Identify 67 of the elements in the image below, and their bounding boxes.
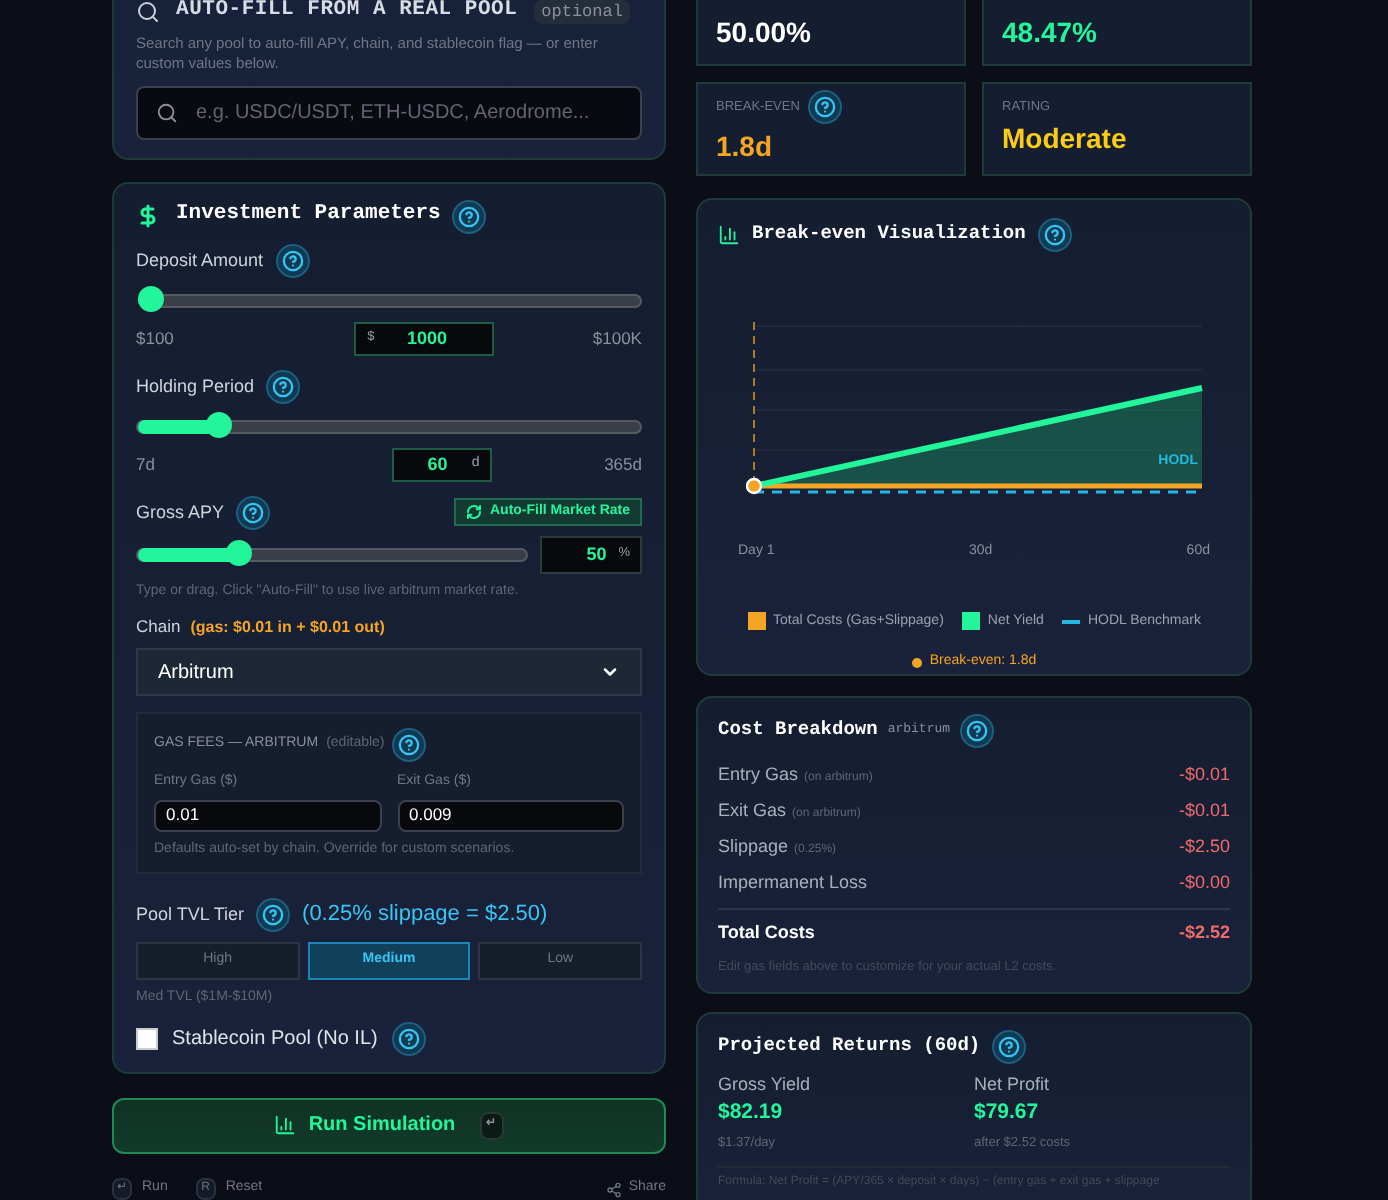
field-label: Holding Period <box>136 373 255 400</box>
range-min: 7d <box>136 451 155 478</box>
help-icon[interactable] <box>807 90 842 124</box>
section-title: Projected Returns (60d) <box>718 1032 981 1061</box>
days-value: 60 <box>425 451 450 477</box>
bar-chart-icon <box>718 224 740 246</box>
search-input[interactable]: e.g. USDC/USDT, ETH-USDC, Aerodrome... <box>196 97 622 128</box>
section-title: AUTO-FILL FROM A REAL POOL <box>176 0 518 26</box>
stat-value: Moderate <box>1002 120 1129 159</box>
return-value: $79.67 <box>974 1098 1041 1129</box>
checkbox-label: Stablecoin Pool (No IL) <box>172 1025 378 1053</box>
slider-thumb[interactable] <box>138 285 164 312</box>
refresh-icon <box>465 504 482 521</box>
total-label: Total Costs <box>718 919 815 945</box>
checkbox[interactable] <box>136 1027 158 1049</box>
gas-note: (gas: $0.01 in + $0.01 out) <box>190 615 385 640</box>
section-title: Cost Breakdown <box>718 715 878 744</box>
return-value: $82.19 <box>718 1098 785 1129</box>
cost-value: -$0.01 <box>1178 797 1230 824</box>
slider-thumb[interactable] <box>226 539 253 566</box>
cost-label: Entry Gas <box>718 761 799 788</box>
section-title: Break-even Visualization <box>752 220 1026 249</box>
total-value: -$2.52 <box>1178 919 1230 945</box>
cost-value: -$0.01 <box>1178 761 1230 788</box>
optional-tag: optional <box>533 0 631 25</box>
help-icon[interactable] <box>452 199 487 234</box>
cost-label: Slippage <box>718 833 789 860</box>
chevron-down-icon <box>600 662 620 682</box>
range-max: 365d <box>604 451 642 478</box>
search-icon <box>136 0 160 24</box>
gas-input[interactable]: 0.009 <box>397 799 624 831</box>
field-label: Chain <box>136 614 181 640</box>
field-label: Deposit Amount <box>136 247 264 274</box>
share-icon <box>606 1181 623 1197</box>
help-icon[interactable] <box>275 243 310 278</box>
range-max: $100K <box>592 325 642 352</box>
section-title: Investment Parameters <box>176 200 441 231</box>
dollar-icon <box>136 204 160 229</box>
bar-chart-icon <box>274 1114 297 1137</box>
search-icon <box>156 101 178 124</box>
range-min: $100 <box>136 325 174 352</box>
help-icon[interactable] <box>960 713 995 747</box>
slider-thumb[interactable] <box>206 411 233 438</box>
cost-label: Exit Gas <box>718 797 787 824</box>
help-icon[interactable] <box>1037 218 1072 252</box>
cost-label: Impermanent Loss <box>718 869 868 896</box>
help-icon[interactable] <box>266 369 301 404</box>
stat-value: 48.47% <box>1002 13 1099 51</box>
gas-input[interactable]: 0.01 <box>154 799 381 831</box>
help-icon[interactable] <box>392 728 427 762</box>
field-label: Pool TVL Tier <box>136 901 245 928</box>
search-field[interactable]: e.g. USDC/USDT, ETH-USDC, Aerodrome... <box>136 85 642 140</box>
help-icon[interactable] <box>992 1029 1027 1064</box>
help-icon[interactable] <box>256 898 291 932</box>
cost-value: -$2.50 <box>1178 833 1230 860</box>
cost-value: -$0.00 <box>1178 869 1230 896</box>
help-icon[interactable] <box>236 495 271 530</box>
amount-value: 1000 <box>404 325 449 351</box>
return-label: Net Profit <box>974 1071 1052 1098</box>
field-label: Gross APY <box>136 499 225 525</box>
stat-value: 50.00% <box>716 13 813 51</box>
stat-value: 1.8d <box>716 128 775 166</box>
help-icon[interactable] <box>391 1021 426 1055</box>
return-label: Gross Yield <box>718 1071 813 1098</box>
apy-value: 50 <box>584 541 609 567</box>
chain-select[interactable]: Arbitrum <box>136 648 642 696</box>
slippage-note: (0.25% slippage = $2.50) <box>302 900 548 931</box>
